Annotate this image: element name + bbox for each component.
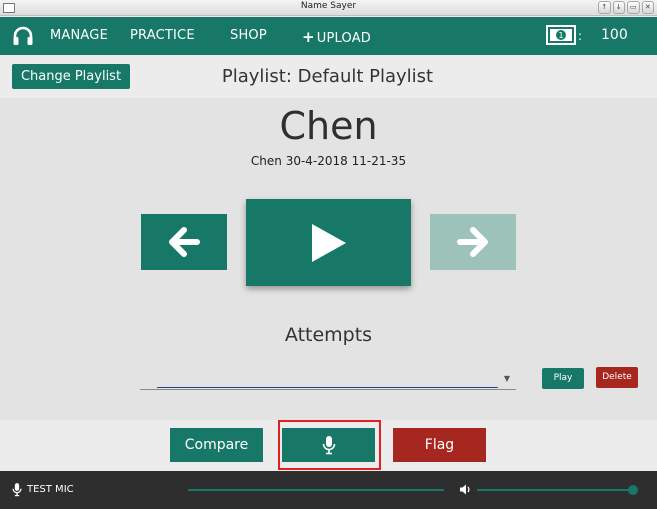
bottom-bar: TEST MIC [0,471,657,509]
window-maximize-button[interactable]: ▭ [627,1,640,14]
nav-shop[interactable]: SHOP [230,28,267,43]
change-playlist-button[interactable]: Change Playlist [12,64,130,89]
speaker-icon [460,484,470,495]
previous-button[interactable] [141,214,227,270]
nav-practice[interactable]: PRACTICE [130,28,195,43]
window-title: Name Sayer [300,1,357,11]
arrow-left-icon [169,227,200,257]
plus-icon: + [302,28,315,46]
window-title-bar: Name Sayer ↑ ↓ ▭ ✕ [0,0,657,16]
volume-slider-handle[interactable] [628,485,638,495]
nav-upload[interactable]: + UPLOAD [302,28,371,46]
money-balance: 100 [601,27,628,43]
mic-level-meter [188,489,444,491]
play-button[interactable] [246,199,411,286]
money-colon: : [578,29,583,43]
compare-button[interactable]: Compare [170,428,263,462]
top-nav-bar: MANAGE PRACTICE SHOP + UPLOAD 1 : 100 [0,17,657,55]
next-button[interactable] [430,214,516,270]
attempt-play-button[interactable]: Play [542,368,584,389]
headphones-icon[interactable] [11,24,35,48]
nav-manage[interactable]: MANAGE [50,28,108,43]
attempts-heading: Attempts [284,324,373,346]
volume-slider[interactable] [477,485,638,495]
test-mic-button[interactable]: TEST MIC [27,484,74,495]
recording-label: Chen 30-4-2018 11-21-35 [250,154,407,168]
window-minimize-button[interactable]: ↓ [612,1,625,14]
banknote-symbol: 1 [558,31,563,40]
microphone-icon [12,483,22,497]
chevron-down-icon: ▼ [503,374,510,383]
nav-upload-label: UPLOAD [316,31,372,46]
record-button[interactable] [282,428,375,462]
current-name: Chen [279,104,378,148]
banknote-icon: 1 [546,25,576,45]
playlist-title: Playlist: Default Playlist [221,66,434,87]
window-controls: ↑ ↓ ▭ ✕ [598,1,654,15]
dropdown-focus-line [157,387,498,388]
window-close-button[interactable]: ✕ [641,1,654,14]
attempts-dropdown[interactable]: ▼ [140,372,516,390]
play-icon [311,223,346,262]
flag-button[interactable]: Flag [393,428,486,462]
attempt-delete-button[interactable]: Delete [596,367,638,388]
microphone-icon [322,436,335,455]
arrow-right-icon [457,227,488,257]
window-up-button[interactable]: ↑ [598,1,611,14]
